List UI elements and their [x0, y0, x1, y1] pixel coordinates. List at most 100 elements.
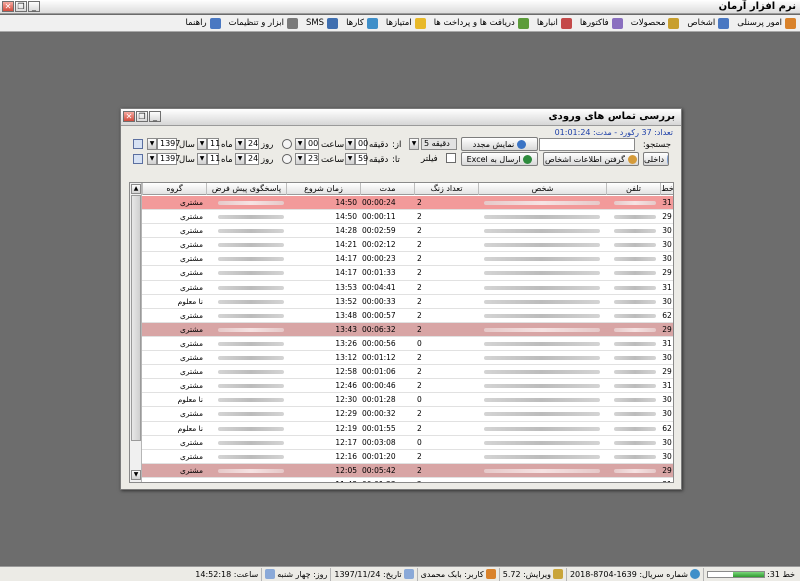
column-header-default-responder[interactable]: پاسخگوی پیش فرض [206, 183, 286, 195]
calendar-icon[interactable] [133, 139, 143, 149]
refresh-button[interactable]: نمایش مجدد [461, 137, 538, 151]
menu-item-4[interactable]: انبارها [537, 17, 572, 29]
minimize-dialog-button[interactable]: _ [149, 111, 161, 122]
cell-rings: 0 [417, 395, 422, 405]
clock-icon[interactable] [282, 139, 292, 149]
from-day-select[interactable]: 24 [245, 138, 259, 150]
clock-icon[interactable] [282, 154, 292, 164]
menu-item-10[interactable]: راهنما [186, 17, 221, 29]
to-month-select[interactable]: 11 [207, 153, 220, 165]
scroll-up-button[interactable]: ▲ [131, 184, 141, 194]
cell-group: مشتری [142, 478, 206, 482]
column-header-start-time[interactable]: زمان شروع [286, 183, 360, 195]
cell-rings: 2 [417, 254, 422, 264]
restore-window-button[interactable]: ❐ [15, 1, 27, 12]
internal-button[interactable]: داخلی [643, 152, 669, 166]
filter-label: فیلتر [421, 154, 438, 164]
from-month-select[interactable]: 11 [207, 138, 220, 150]
menu-item-9[interactable]: ابزار و تنظیمات [228, 17, 298, 29]
table-row[interactable]: 31 0 00:00:56 13:26 مشتری [142, 337, 673, 352]
to-year-arrow[interactable]: ▼ [147, 153, 157, 165]
table-row[interactable]: 29 2 00:06:32 13:43 مشتری [142, 322, 673, 337]
column-header-rings[interactable]: تعداد زنگ [414, 183, 478, 195]
menu-item-2[interactable]: محصولات [631, 17, 680, 29]
from-minute-arrow[interactable]: ▼ [345, 138, 355, 150]
table-row[interactable]: 29 2 00:05:42 12:05 مشتری [142, 463, 673, 478]
from-minute-select[interactable]: 00 [355, 138, 368, 150]
status-line: خط 31: [703, 567, 798, 581]
from-year-arrow[interactable]: ▼ [147, 138, 157, 150]
scroll-thumb[interactable] [131, 195, 141, 441]
column-header-group[interactable]: گروه [142, 183, 206, 195]
column-header-phone[interactable]: تلفن [606, 183, 660, 195]
table-row[interactable]: 30 0 00:01:28 12:30 نا معلوم [142, 393, 673, 408]
cell-group: مشتری [180, 437, 203, 447]
column-header-line[interactable]: خط [660, 183, 673, 195]
table-row[interactable]: 29 2 00:01:33 14:17 مشتری [142, 266, 673, 281]
from-day-arrow[interactable]: ▼ [235, 138, 245, 150]
to-day-select[interactable]: 24 [245, 153, 259, 165]
calendar-icon[interactable] [133, 154, 143, 164]
table-row[interactable]: 29 2 00:00:11 14:50 مشتری [142, 210, 673, 225]
to-hour-arrow[interactable]: ▼ [295, 153, 305, 165]
to-hour-select[interactable]: 23 [305, 153, 319, 165]
to-day-label: روز [261, 155, 274, 165]
table-row[interactable]: 30 2 00:01:12 13:12 مشتری [142, 351, 673, 366]
menu-item-label: ابزار و تنظیمات [228, 18, 284, 28]
table-row[interactable]: 30 2 00:02:12 14:21 مشتری [142, 238, 673, 253]
cell-start-time: 12:16 [335, 451, 357, 461]
column-header-person[interactable]: شخص [478, 183, 606, 195]
cell-group: مشتری [180, 451, 203, 461]
filter-checkbox[interactable] [446, 153, 456, 163]
scroll-down-button[interactable]: ▼ [131, 470, 141, 480]
interval-dropdown-arrow[interactable]: ▼ [409, 138, 419, 150]
get-contact-info-button[interactable]: گرفتن اطلاعات اشخاص [543, 152, 639, 166]
vertical-scrollbar[interactable]: ▲ ▼ [130, 183, 142, 482]
menu-item-7[interactable]: کارها [346, 17, 378, 29]
menu-item-8[interactable]: SMS [306, 17, 339, 29]
from-year-select[interactable]: 1397 [157, 138, 180, 150]
menu-item-0[interactable]: امور پرسنلی [737, 17, 796, 29]
table-row[interactable]: 31 2 00:04:41 13:53 مشتری [142, 281, 673, 295]
from-hour-select[interactable]: 00 [305, 138, 319, 150]
from-hour-arrow[interactable]: ▼ [295, 138, 305, 150]
cell-group: مشتری [180, 310, 203, 320]
menu-item-3[interactable]: فاکتورها [580, 17, 623, 29]
to-minute-arrow[interactable]: ▼ [345, 153, 355, 165]
to-minute-select[interactable]: 59 [355, 153, 368, 165]
table-row[interactable]: 30 2 00:00:33 13:52 نا معلوم [142, 295, 673, 309]
table-row[interactable]: 62 2 00:01:55 12:19 نا معلوم [142, 422, 673, 436]
minimize-window-button[interactable]: _ [28, 1, 40, 12]
table-row[interactable]: 30 2 00:01:20 12:16 مشتری [142, 450, 673, 464]
to-day-arrow[interactable]: ▼ [235, 153, 245, 165]
cell-group: مشتری [180, 338, 203, 348]
table-row[interactable]: 31 2 00:00:46 12:46 مشتری [142, 379, 673, 394]
search-input[interactable] [539, 138, 635, 151]
redacted-responder [218, 384, 284, 389]
table-row[interactable]: 31 200:01:2311:43 مشتری [142, 478, 673, 482]
close-dialog-button[interactable]: ✕ [123, 111, 135, 122]
from-month-arrow[interactable]: ▼ [197, 138, 207, 150]
table-row[interactable]: 30 2 00:00:32 12:29 مشتری [142, 407, 673, 422]
table-row[interactable]: 30 2 00:00:23 14:17 مشتری [142, 252, 673, 267]
close-window-button[interactable]: ✕ [2, 1, 14, 12]
table-row[interactable]: 30 2 00:02:59 14:28 مشتری [142, 224, 673, 239]
menu-item-1[interactable]: اشخاص [687, 17, 730, 29]
redacted-person [484, 454, 600, 459]
redacted-phone [614, 285, 656, 290]
to-year-select[interactable]: 1397 [157, 153, 180, 165]
table-row[interactable]: 62 2 00:00:57 13:48 مشتری [142, 309, 673, 323]
table-row[interactable]: 30 0 00:03:08 12:17 مشتری [142, 436, 673, 450]
restore-dialog-button[interactable]: ❐ [136, 111, 148, 122]
table-row[interactable]: 29 2 00:01:06 12:58 مشتری [142, 365, 673, 380]
status-version: ویرایش: 5.72 [498, 567, 566, 581]
table-row[interactable]: 31 2 00:00:24 14:50 مشتری [142, 196, 673, 211]
column-header-duration[interactable]: مدت [360, 183, 414, 195]
menu-item-5[interactable]: دریافت ها و پرداخت ها [434, 17, 529, 29]
interval-select[interactable]: 5 دقیقه [421, 138, 457, 150]
menu-item-6[interactable]: امتیازها [386, 17, 426, 29]
redacted-phone [614, 257, 656, 262]
to-month-arrow[interactable]: ▼ [197, 153, 207, 165]
redacted-phone [614, 384, 656, 389]
send-to-excel-button[interactable]: ارسال به Excel [461, 152, 538, 166]
